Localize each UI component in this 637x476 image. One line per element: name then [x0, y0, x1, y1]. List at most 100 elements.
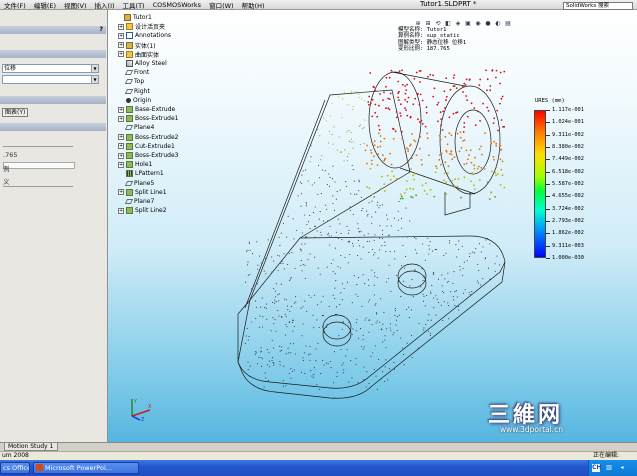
displacement-dot — [388, 368, 391, 370]
appearance-icon[interactable]: ● — [484, 20, 492, 28]
displacement-dot — [313, 327, 315, 329]
displacement-dot — [266, 318, 268, 320]
displacement-dot — [286, 299, 288, 301]
tree-item[interactable]: Plane4 — [118, 123, 154, 132]
tree-item[interactable]: + Boss-Extrude1 — [118, 114, 179, 123]
tree-item[interactable]: Origin — [118, 96, 151, 105]
displacement-dot — [376, 313, 378, 315]
tree-item[interactable]: + Split Line1 — [118, 188, 167, 197]
displacement-dot — [494, 196, 496, 198]
expand-icon[interactable]: + — [118, 106, 124, 113]
displacement-dot — [326, 120, 328, 122]
tree-item[interactable]: Top — [118, 77, 144, 86]
displacement-dot — [304, 214, 306, 216]
displacement-dot — [393, 250, 396, 252]
tree-item[interactable]: + 实体(1) — [118, 41, 156, 50]
network-icon[interactable]: ▥ — [605, 464, 613, 472]
displacement-dot — [414, 269, 416, 272]
tree-item[interactable]: Tutor1 — [116, 13, 152, 22]
displacement-dot — [314, 236, 316, 238]
tree-item[interactable]: Plane7 — [118, 197, 154, 206]
displacement-dot — [359, 245, 361, 247]
tree-item[interactable]: + Boss-Extrude2 — [118, 133, 179, 142]
scene-icon[interactable]: ◐ — [494, 20, 502, 28]
displacement-dot — [450, 153, 453, 156]
legend-label: 9.311e-002 — [552, 131, 584, 138]
powerpoint-icon — [36, 464, 43, 471]
displacement-dot — [501, 174, 504, 177]
displacement-dot — [347, 262, 349, 264]
tree-item[interactable]: + Hole1 — [118, 160, 152, 169]
displacement-dot — [489, 278, 491, 280]
expand-icon[interactable]: + — [118, 189, 124, 196]
legend-label: 6.518e-002 — [552, 168, 584, 175]
tree-item[interactable]: Plane5 — [118, 179, 154, 188]
tree-item[interactable]: + Boss-Extrude3 — [118, 151, 179, 160]
tree-item[interactable]: Front — [118, 68, 149, 77]
view-settings-icon[interactable]: ▤ — [504, 20, 512, 28]
displacement-dot — [271, 256, 273, 258]
displacement-dot — [284, 313, 286, 315]
displacement-dot — [462, 91, 464, 93]
displacement-dot — [406, 100, 409, 103]
displacement-dot — [440, 163, 442, 166]
expand-icon[interactable]: + — [118, 23, 124, 30]
displacement-dot — [301, 243, 303, 245]
tree-item[interactable]: + 设计活页夹 — [118, 22, 165, 31]
expand-icon[interactable]: + — [118, 161, 124, 168]
expand-icon[interactable]: + — [118, 152, 124, 159]
hide-show-icon[interactable]: ◉ — [474, 20, 482, 28]
displacement-dot — [488, 198, 491, 201]
displacement-dot — [321, 169, 323, 171]
expand-icon[interactable]: + — [118, 115, 124, 122]
expand-icon[interactable]: + — [118, 143, 124, 150]
expand-icon[interactable]: + — [118, 207, 124, 214]
displacement-dot — [424, 125, 427, 128]
language-indicator[interactable]: CH — [592, 464, 601, 472]
expand-icon[interactable]: + — [118, 134, 124, 141]
displacement-dot — [294, 353, 297, 355]
displacement-dot — [377, 124, 380, 127]
tree-item[interactable]: + Base-Extrude — [118, 105, 175, 114]
displacement-dot — [366, 240, 368, 242]
tree-item[interactable]: + Cut-Extrude1 — [118, 142, 175, 151]
displacement-dot — [499, 148, 502, 151]
displacement-dot — [445, 77, 448, 80]
tab-motion-study[interactable]: Motion Study 1 — [4, 443, 58, 451]
displacement-dot — [344, 149, 346, 151]
displacement-dot — [336, 371, 338, 373]
displacement-dot — [378, 237, 381, 239]
displacement-dot — [278, 300, 280, 302]
displacement-dot — [390, 290, 392, 293]
displacement-dot — [393, 332, 395, 334]
origin-icon — [126, 97, 131, 103]
displacement-dot — [256, 241, 258, 243]
displacement-dot — [312, 376, 314, 378]
tree-item[interactable]: Alloy Steel — [118, 59, 167, 68]
tree-item-label: Plane7 — [134, 198, 155, 205]
tree-item[interactable]: + 曲面实体 — [118, 50, 159, 59]
expand-icon[interactable]: + — [118, 42, 124, 49]
tree-item[interactable]: + Annotations — [118, 31, 171, 40]
displacement-dot — [271, 339, 273, 341]
displacement-dot — [384, 157, 387, 160]
tree-item[interactable]: Right — [118, 87, 150, 96]
displacement-dot — [461, 245, 463, 248]
volume-icon[interactable]: ◂ — [618, 464, 626, 472]
expand-icon[interactable]: + — [118, 32, 124, 39]
displacement-dot — [410, 309, 413, 311]
taskbar-item-powerpoint[interactable]: Microsoft PowerPoi... — [33, 462, 139, 474]
taskbar-item-office[interactable]: cs Office ... — [0, 462, 30, 474]
tree-item[interactable]: LPattern1 — [118, 169, 164, 178]
displacement-dot — [400, 218, 403, 220]
pattern-icon — [126, 170, 133, 178]
displacement-dot — [321, 359, 324, 362]
displacement-dot — [334, 298, 336, 300]
expand-icon[interactable]: + — [118, 51, 124, 58]
displacement-dot — [324, 170, 326, 172]
displacement-dot — [375, 312, 377, 314]
displacement-dot — [355, 293, 357, 295]
displacement-dot — [412, 188, 414, 191]
displacement-dot — [361, 98, 363, 100]
tree-item[interactable]: + Split Line2 — [118, 206, 167, 215]
